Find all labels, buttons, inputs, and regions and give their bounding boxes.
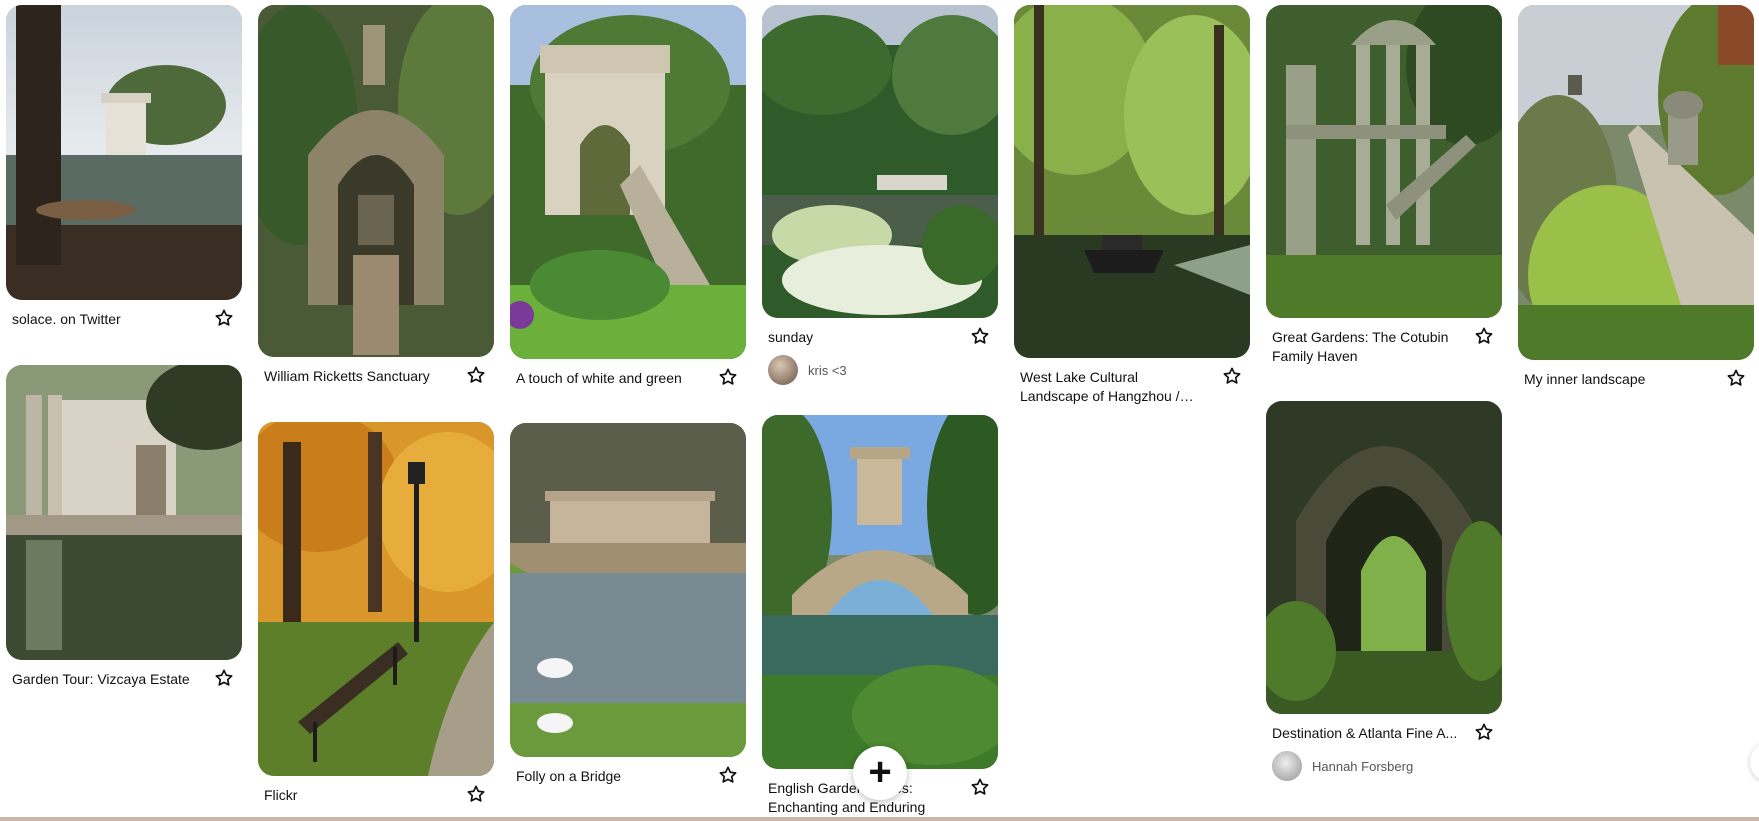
pin-title[interactable]: sunday — [768, 328, 954, 347]
pin-meta: Folly on a Bridge — [510, 757, 746, 786]
star-icon[interactable] — [462, 780, 490, 808]
pin-title[interactable]: Great Gardens: The Cotubin Family Haven — [1272, 328, 1458, 366]
pin-title[interactable]: Destination & Atlanta Fine A... — [1272, 724, 1458, 743]
pin-image[interactable] — [6, 365, 242, 660]
pin-meta: A touch of white and green — [510, 359, 746, 388]
star-icon[interactable] — [462, 361, 490, 389]
pin-meta: Flickr — [258, 776, 494, 805]
star-icon[interactable] — [714, 363, 742, 391]
pin-meta: My inner landscape — [1518, 360, 1754, 389]
pin-title[interactable]: Folly on a Bridge — [516, 767, 702, 786]
pin-image[interactable] — [510, 5, 746, 359]
pin-image[interactable] — [1014, 5, 1250, 358]
pin-title[interactable]: Garden Tour: Vizcaya Estate — [12, 670, 198, 689]
pin-card[interactable]: Garden Tour: Vizcaya Estate — [6, 365, 242, 689]
pin-title[interactable]: West Lake Cultural Landscape of Hangzhou… — [1020, 368, 1206, 406]
pin-meta: Destination & Atlanta Fine A... — [1266, 714, 1502, 743]
pin-card[interactable]: Folly on a Bridge — [510, 423, 746, 786]
star-icon[interactable] — [210, 304, 238, 332]
star-icon[interactable] — [1470, 322, 1498, 350]
pin-card[interactable]: West Lake Cultural Landscape of Hangzhou… — [1014, 5, 1250, 406]
star-icon[interactable] — [1470, 718, 1498, 746]
pin-image[interactable] — [1266, 401, 1502, 714]
pin-card[interactable]: Great Gardens: The Cotubin Family Haven — [1266, 5, 1502, 366]
pin-card[interactable]: solace. on Twitter — [6, 5, 242, 329]
pin-title[interactable]: Flickr — [264, 786, 450, 805]
pin-image[interactable] — [510, 423, 746, 757]
pin-meta: Great Gardens: The Cotubin Family Haven — [1266, 318, 1502, 366]
pin-title[interactable]: solace. on Twitter — [12, 310, 198, 329]
pin-grid: solace. on Twitter Garden Tour: Vizcaya … — [0, 0, 1759, 821]
author-name[interactable]: Hannah Forsberg — [1312, 759, 1413, 774]
pin-image[interactable] — [258, 5, 494, 357]
add-button[interactable]: + — [853, 746, 907, 800]
pin-author[interactable]: kris <3 — [762, 355, 998, 385]
avatar[interactable] — [1272, 751, 1302, 781]
star-icon[interactable] — [966, 773, 994, 801]
pin-card[interactable]: A touch of white and green — [510, 5, 746, 388]
pin-image[interactable] — [762, 415, 998, 769]
pin-meta: William Ricketts Sanctuary — [258, 357, 494, 386]
pin-meta: sunday — [762, 318, 998, 347]
pin-title[interactable]: My inner landscape — [1524, 370, 1710, 389]
pin-image[interactable] — [6, 5, 242, 300]
pin-image[interactable] — [762, 5, 998, 318]
pin-image[interactable] — [1266, 5, 1502, 318]
pin-image[interactable] — [258, 422, 494, 776]
pin-card[interactable]: William Ricketts Sanctuary — [258, 5, 494, 386]
pin-card[interactable]: Destination & Atlanta Fine A... Hannah F… — [1266, 401, 1502, 781]
pin-meta: solace. on Twitter — [6, 300, 242, 329]
pin-title[interactable]: William Ricketts Sanctuary — [264, 367, 450, 386]
star-icon[interactable] — [1722, 364, 1750, 392]
pin-author[interactable]: Hannah Forsberg — [1266, 751, 1502, 781]
star-icon[interactable] — [210, 664, 238, 692]
star-icon[interactable] — [714, 761, 742, 789]
pin-card[interactable]: Flickr — [258, 422, 494, 805]
pin-card[interactable]: My inner landscape — [1518, 5, 1754, 389]
star-icon[interactable] — [966, 322, 994, 350]
pin-title[interactable]: A touch of white and green — [516, 369, 702, 388]
bottom-bar — [0, 817, 1759, 821]
pin-meta: West Lake Cultural Landscape of Hangzhou… — [1014, 358, 1250, 406]
pin-card[interactable]: sunday kris <3 — [762, 5, 998, 385]
avatar[interactable] — [768, 355, 798, 385]
pin-image[interactable] — [1518, 5, 1754, 360]
star-icon[interactable] — [1218, 362, 1246, 390]
pin-meta: Garden Tour: Vizcaya Estate — [6, 660, 242, 689]
author-name[interactable]: kris <3 — [808, 363, 847, 378]
plus-icon: + — [868, 750, 892, 794]
